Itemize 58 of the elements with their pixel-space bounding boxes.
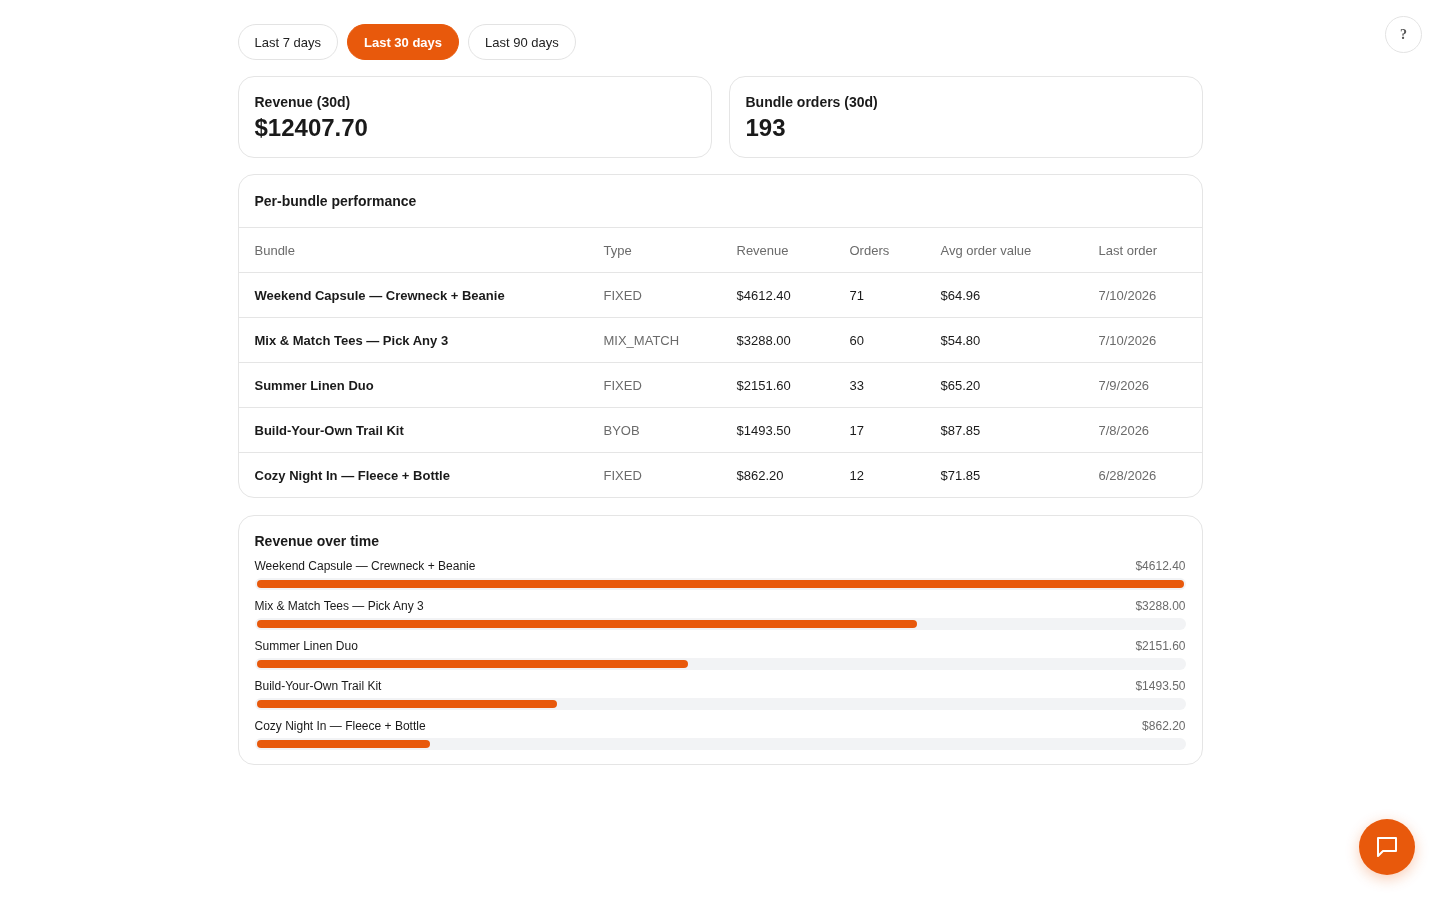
type-cell: FIXED bbox=[587, 452, 721, 497]
type-cell: FIXED bbox=[587, 272, 721, 318]
bundle-label: Mix & Match Tees — Pick Any 3 bbox=[254, 598, 424, 614]
last-order-cell: 7/10/2026 bbox=[1082, 317, 1202, 363]
stat-value: $12407.70 bbox=[254, 114, 369, 142]
avg-order-value-cell: $71.85 bbox=[924, 452, 1083, 497]
stat-label: Revenue (30d) bbox=[254, 94, 352, 110]
date-range-tab[interactable]: Last 30 days bbox=[347, 24, 460, 60]
bundle-label: Build-Your-Own Trail Kit bbox=[254, 678, 382, 694]
stat-label: Bundle orders (30d) bbox=[745, 94, 879, 110]
type-cell: MIX_MATCH bbox=[587, 317, 721, 363]
date-range-tab[interactable]: Last 7 days bbox=[237, 24, 338, 60]
last-order-cell: 7/9/2026 bbox=[1082, 362, 1202, 408]
type-cell: FIXED bbox=[587, 362, 721, 408]
column-header: Type bbox=[587, 228, 721, 273]
bundle-name-cell: Summer Linen Duo bbox=[238, 362, 588, 408]
bundle-name-cell: Mix & Match Tees — Pick Any 3 bbox=[238, 317, 588, 363]
revenue-cell: $862.20 bbox=[720, 452, 834, 497]
bundle-label: Cozy Night In — Fleece + Bottle bbox=[254, 718, 426, 734]
date-range-tab[interactable]: Last 90 days bbox=[468, 24, 576, 60]
column-header: Revenue bbox=[720, 228, 834, 273]
revenue-cell: $2151.60 bbox=[720, 362, 834, 408]
chart-title: Revenue over time bbox=[254, 533, 380, 549]
orders-cell: 12 bbox=[833, 452, 925, 497]
last-order-cell: 7/8/2026 bbox=[1082, 407, 1202, 453]
avg-order-value-cell: $64.96 bbox=[924, 272, 1083, 318]
revenue-cell: $4612.40 bbox=[720, 272, 834, 318]
bundle-name-cell: Build-Your-Own Trail Kit bbox=[238, 407, 588, 453]
revenue-amount: $4612.40 bbox=[1135, 558, 1186, 574]
stat-value: 193 bbox=[745, 114, 787, 142]
revenue-amount: $1493.50 bbox=[1135, 678, 1186, 694]
column-header: Avg order value bbox=[924, 228, 1083, 273]
table-title: Per-bundle performance bbox=[238, 175, 1202, 228]
column-header: Last order bbox=[1082, 228, 1202, 273]
avg-order-value-cell: $54.80 bbox=[924, 317, 1083, 363]
help-button[interactable]: ? bbox=[1385, 16, 1422, 53]
avg-order-value-cell: $65.20 bbox=[924, 362, 1083, 408]
revenue-amount: $2151.60 bbox=[1135, 638, 1186, 654]
revenue-cell: $1493.50 bbox=[720, 407, 834, 453]
last-order-cell: 7/10/2026 bbox=[1082, 272, 1202, 318]
revenue-amount: $3288.00 bbox=[1135, 598, 1186, 614]
avg-order-value-cell: $87.85 bbox=[924, 407, 1083, 453]
orders-cell: 17 bbox=[833, 407, 925, 453]
bundle-name-cell: Weekend Capsule — Crewneck + Beanie bbox=[238, 272, 588, 318]
bundle-label: Summer Linen Duo bbox=[254, 638, 358, 654]
column-header: Bundle bbox=[238, 228, 588, 273]
bundle-name-cell: Cozy Night In — Fleece + Bottle bbox=[238, 452, 588, 497]
chat-button[interactable] bbox=[1359, 819, 1415, 875]
revenue-amount: $862.20 bbox=[1142, 718, 1186, 734]
orders-cell: 71 bbox=[833, 272, 925, 318]
orders-cell: 33 bbox=[833, 362, 925, 408]
bundle-label: Weekend Capsule — Crewneck + Beanie bbox=[254, 558, 476, 574]
column-header: Orders bbox=[833, 228, 925, 273]
chat-bubble-icon bbox=[1376, 836, 1398, 858]
orders-cell: 60 bbox=[833, 317, 925, 363]
revenue-cell: $3288.00 bbox=[720, 317, 834, 363]
last-order-cell: 6/28/2026 bbox=[1082, 452, 1202, 497]
type-cell: BYOB bbox=[587, 407, 721, 453]
